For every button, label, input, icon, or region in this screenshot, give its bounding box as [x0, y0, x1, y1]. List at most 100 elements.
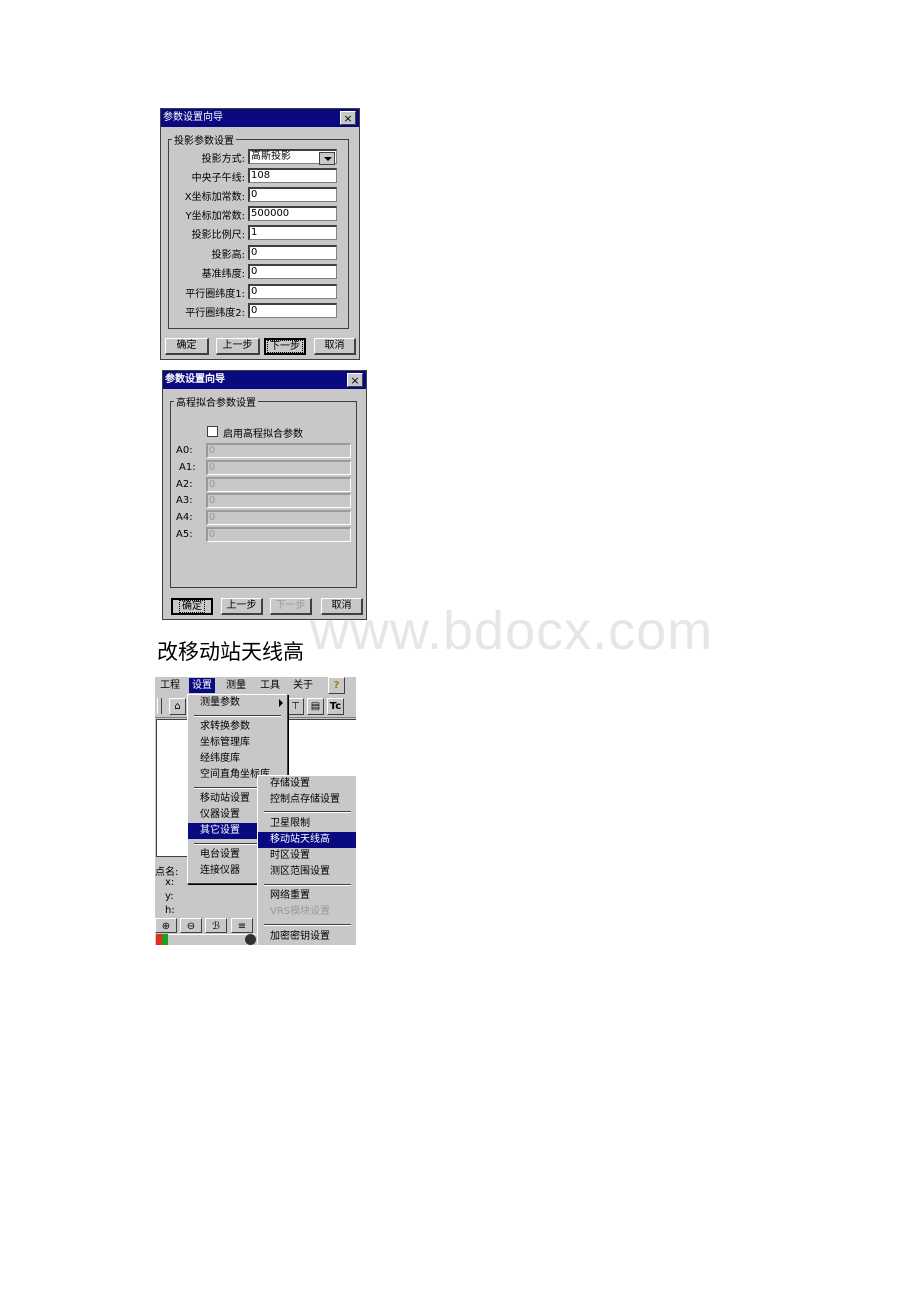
close-button[interactable]: ×	[347, 373, 363, 387]
cancel-label: 取消	[324, 340, 345, 351]
field-value: 0	[251, 286, 258, 297]
field-value: 0	[209, 462, 216, 473]
next-label: 下一步	[267, 340, 303, 353]
next-button[interactable]: 下一步	[264, 338, 306, 355]
param-input[interactable]: 0	[248, 187, 337, 202]
menu-item-satellite-limit[interactable]: 卫星限制	[258, 816, 356, 832]
coef-input[interactable]: 0	[206, 477, 351, 492]
field-value: 0	[209, 479, 216, 490]
field-label: 平行圈纬度1:	[185, 289, 245, 300]
menu-separator	[264, 811, 351, 813]
field-label: X坐标加常数:	[184, 192, 245, 203]
toolbar-grip	[157, 698, 162, 714]
group-title: 投影参数设置	[172, 132, 236, 147]
coef-input[interactable]: 0	[206, 510, 351, 525]
pan-icon[interactable]: ℬ	[205, 918, 227, 933]
menu-item-control-storage[interactable]: 控制点存储设置	[258, 792, 356, 808]
field-label: 中央子午线:	[191, 173, 245, 184]
menu-item-calc-transform[interactable]: 求转换参数	[188, 719, 287, 735]
menu-item-latlon-library[interactable]: 经纬度库	[188, 751, 287, 767]
coef-label: A0:	[176, 445, 193, 456]
height-fitting-dialog: 参数设置向导 × 高程拟合参数设置 启用高程拟合参数 A0: 0 A1: 0 A2: 0 A…	[162, 370, 367, 620]
coef-label: A1:	[179, 462, 196, 473]
coef-label: A3:	[176, 495, 193, 506]
field-value: 500000	[251, 208, 290, 219]
field-label: 投影比例尺:	[191, 230, 245, 241]
start-icon[interactable]	[156, 934, 168, 945]
param-input[interactable]: 0	[248, 284, 337, 299]
dropdown-arrow-icon[interactable]	[319, 152, 335, 165]
menu-about[interactable]: 关于	[290, 678, 316, 693]
coef-input[interactable]: 0	[206, 460, 351, 475]
h-label: h:	[165, 905, 175, 916]
coef-input[interactable]: 0	[206, 493, 351, 508]
menu-settings[interactable]: 设置	[189, 678, 215, 693]
rover-icon[interactable]: ▤	[307, 698, 324, 715]
prev-button[interactable]: 上一步	[221, 598, 263, 615]
menu-item-encryption-key[interactable]: 加密密钥设置	[258, 929, 356, 945]
param-input[interactable]: 0	[248, 264, 337, 279]
point-name-label: 点名:	[155, 867, 179, 878]
param-input[interactable]: 0	[248, 245, 337, 260]
ok-label: 确定	[176, 340, 197, 351]
menu-measure[interactable]: 测量	[223, 678, 249, 693]
menu-item-rover-antenna-height[interactable]: 移动站天线高	[258, 832, 356, 848]
prev-label: 上一步	[226, 600, 257, 611]
cancel-button[interactable]: 取消	[321, 598, 363, 615]
field-label: 投影高:	[211, 250, 245, 261]
coef-input[interactable]: 0	[206, 443, 351, 458]
field-value: 0	[251, 247, 258, 258]
zoom-in-icon[interactable]: ⊕	[155, 918, 177, 933]
watermark: www.bdocx.com	[310, 601, 714, 661]
menu-tools[interactable]: 工具	[257, 678, 283, 693]
field-value: 高斯投影	[251, 151, 291, 162]
enable-fitting-checkbox[interactable]	[207, 426, 218, 437]
menu-item-storage-settings[interactable]: 存储设置	[258, 776, 356, 792]
field-value: 0	[209, 512, 216, 523]
coef-label: A2:	[176, 479, 193, 490]
field-value: 108	[251, 170, 271, 181]
menu-item-vrs-module[interactable]: VRS模块设置	[258, 904, 356, 920]
enable-fitting-label: 启用高程拟合参数	[223, 429, 303, 440]
coef-input[interactable]: 0	[206, 527, 351, 542]
param-input[interactable]: 0	[248, 303, 337, 318]
ok-button[interactable]: 确定	[171, 598, 213, 615]
field-value: 0	[251, 189, 258, 200]
menu-project[interactable]: 工程	[157, 678, 183, 693]
dialog-title: 参数设置向导	[163, 371, 366, 389]
ok-button[interactable]: 确定	[165, 338, 209, 355]
list-icon[interactable]: ≡	[231, 918, 253, 933]
menu-item-survey-area[interactable]: 测区范围设置	[258, 864, 356, 880]
station-icon[interactable]: ⊤	[287, 698, 304, 715]
field-value: 0	[209, 445, 216, 456]
field-value: 0	[209, 495, 216, 506]
help-icon[interactable]: ?	[328, 677, 345, 694]
cancel-button[interactable]: 取消	[314, 338, 356, 355]
group-title: 高程拟合参数设置	[174, 394, 258, 409]
close-button[interactable]: ×	[340, 111, 356, 125]
projection-wizard-dialog: 参数设置向导 × 投影参数设置 投影方式: 高斯投影 中央子午线: 108 X坐标加常数…	[160, 108, 360, 360]
next-button[interactable]: 下一步	[270, 598, 312, 615]
prev-label: 上一步	[222, 340, 253, 351]
menu-item-measure-params[interactable]: 测量参数	[188, 695, 287, 711]
param-input[interactable]: 500000	[248, 206, 337, 221]
coef-label: A5:	[176, 529, 193, 540]
menu-item-timezone[interactable]: 时区设置	[258, 848, 356, 864]
zoom-out-icon[interactable]: ⊖	[180, 918, 202, 933]
menu-separator	[264, 924, 351, 926]
field-value: 0	[251, 266, 258, 277]
field-label: 基准纬度:	[201, 269, 245, 280]
param-input[interactable]: 108	[248, 168, 337, 183]
prev-button[interactable]: 上一步	[216, 338, 260, 355]
field-label: 投影方式:	[201, 154, 245, 165]
menu-item-network-reset[interactable]: 网络重置	[258, 888, 356, 904]
field-label: Y坐标加常数:	[185, 211, 245, 222]
open-icon[interactable]: ⌂	[169, 698, 186, 715]
tc-icon[interactable]: Tc	[327, 698, 344, 715]
menu-item-coord-library[interactable]: 坐标管理库	[188, 735, 287, 751]
tray-icon[interactable]	[245, 934, 256, 945]
param-input[interactable]: 1	[248, 225, 337, 240]
other-settings-submenu: 存储设置 控制点存储设置 卫星限制 移动站天线高 时区设置 测区范围设置 网络重…	[257, 775, 356, 945]
field-value: 0	[251, 305, 258, 316]
projection-method-select[interactable]: 高斯投影	[248, 149, 337, 165]
